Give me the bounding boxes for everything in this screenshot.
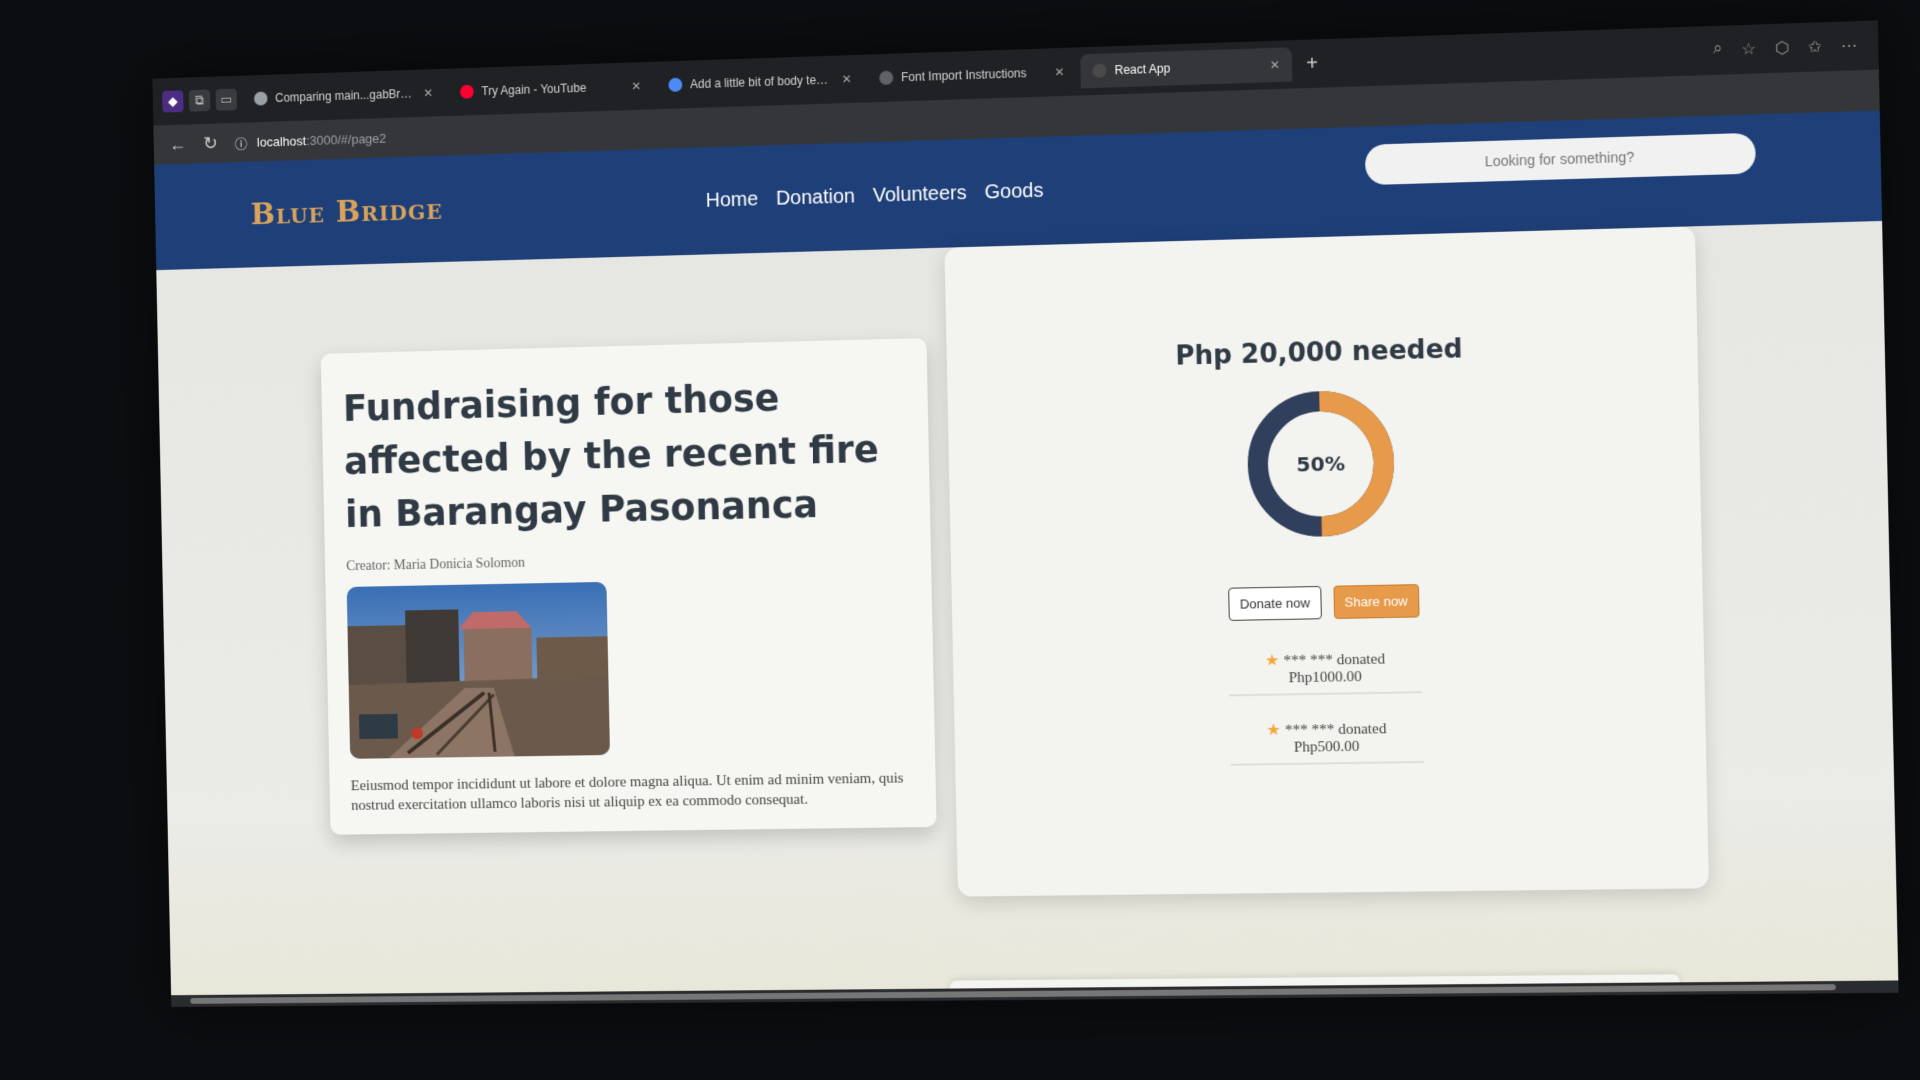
zoom-icon[interactable]: ⌕ [1713,40,1723,61]
progress-donut: 50% [1243,386,1398,541]
amount-needed: Php 20,000 needed [1174,334,1463,372]
campaign-creator: Creator: Maria Donicia Solomon [346,555,526,575]
tab-favicon-icon [1092,63,1107,79]
workspaces-icon[interactable]: ⧉ [188,89,211,112]
star-icon: ★ [1266,721,1282,740]
extensions-icon[interactable]: ⬡ [1775,38,1790,59]
tab-title: Font Import Instructions [900,66,1027,85]
browser-tab[interactable]: Add a little bit of body text - 20 ✕ [656,62,863,103]
tab-close-icon[interactable]: ✕ [1054,65,1064,79]
progress-percent: 50% [1296,451,1346,477]
browser-tab[interactable]: Comparing main...gabBranch · O ✕ [242,76,445,116]
back-icon[interactable]: ← [169,134,187,155]
donor-name: *** *** donated [1284,721,1387,739]
search-input[interactable] [1364,132,1757,186]
campaign-card: Fundraising for those affected by the re… [320,338,937,835]
page-content: Fundraising for those affected by the re… [156,220,1899,1007]
donation-entry: ★ *** *** donated Php1000.00 [1228,647,1423,697]
tab-favicon-icon [668,77,683,92]
campaign-description: Eeiusmod tempor incididunt ut labore et … [350,770,904,814]
donation-panel: Php 20,000 needed 50% Donate now Share n… [944,226,1710,897]
browser-tab[interactable]: Try Again - YouTube ✕ [448,69,653,109]
toolbar-icons: ⌕ ☆ ⬡ ✩ ⋯ [1713,35,1868,61]
donation-amount: Php500.00 [1293,738,1360,756]
campaign-photo [346,581,610,759]
donor-name: *** *** donated [1283,651,1386,670]
browser-tab[interactable]: Font Import Instructions ✕ [867,55,1077,96]
tab-close-icon[interactable]: ✕ [1270,58,1280,72]
bookmark-star-icon[interactable]: ☆ [1741,39,1756,60]
donation-amount: Php1000.00 [1288,668,1362,687]
action-buttons: Donate now Share now [1228,584,1420,621]
tab-title: Try Again - YouTube [481,80,587,99]
donation-entry: ★ *** *** donated Php500.00 [1229,717,1424,766]
share-button[interactable]: Share now [1333,584,1420,620]
star-icon: ★ [1264,652,1280,670]
nav-goods[interactable]: Goods [984,179,1043,204]
new-tab-icon[interactable]: + [1298,52,1327,76]
url-field[interactable]: ⓘ localhost:3000/#/page2 [235,128,387,151]
campaign-title: Fundraising for those affected by the re… [342,376,880,536]
site-info-icon[interactable]: ⓘ [235,133,248,152]
profile-icon[interactable]: ◆ [162,90,184,113]
tab-close-icon[interactable]: ✕ [423,86,433,100]
browser-tab[interactable]: React App ✕ [1080,47,1293,89]
tab-favicon-icon [879,70,894,86]
donate-button[interactable]: Donate now [1228,585,1322,621]
tab-title: Add a little bit of body text - 20 [689,72,834,92]
tab-close-icon[interactable]: ✕ [842,72,852,86]
scrollbar-thumb[interactable] [190,984,1836,1004]
url-path: :3000/#/page2 [306,130,387,148]
tab-favicon-icon [253,91,268,106]
browser-window: ◆ ⧉ ▭ Comparing main...gabBranch · O✕Try… [152,20,1899,1007]
nav-links: Home Donation Volunteers Goods [706,179,1044,212]
nav-donation[interactable]: Donation [776,185,856,210]
reload-icon[interactable]: ↻ [203,133,218,154]
nav-home[interactable]: Home [706,188,759,212]
fire-damage-image [346,581,610,759]
menu-icon[interactable]: ⋯ [1841,35,1858,56]
url-host: localhost [256,132,307,150]
tab-close-icon[interactable]: ✕ [631,79,641,93]
favorites-icon[interactable]: ✩ [1808,37,1822,58]
tab-actions-icon[interactable]: ▭ [215,88,238,111]
tab-title: Comparing main...gabBranch · O [275,86,416,105]
tab-favicon-icon [459,84,474,99]
nav-volunteers[interactable]: Volunteers [873,182,967,208]
tab-title: React App [1114,61,1171,78]
site-logo[interactable]: Blue Bridge [250,192,443,232]
